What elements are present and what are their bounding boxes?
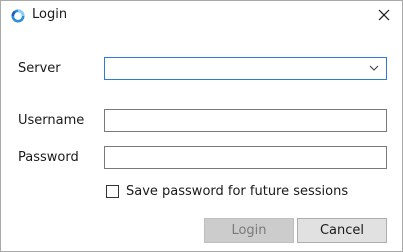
chevron-down-icon: [369, 65, 379, 71]
server-label: Server: [18, 61, 61, 76]
cancel-button[interactable]: Cancel: [297, 218, 387, 243]
username-input[interactable]: [104, 109, 387, 132]
close-icon[interactable]: [376, 7, 392, 23]
title-bar: Login: [1, 1, 402, 29]
window-title: Login: [32, 7, 68, 22]
save-password-checkbox[interactable]: [106, 185, 119, 198]
app-refresh-icon: [11, 9, 25, 23]
server-select[interactable]: [104, 57, 387, 80]
login-button[interactable]: Login: [204, 218, 294, 243]
save-password-label: Save password for future sessions: [126, 184, 349, 199]
login-dialog: Login Server Username Password Save pass…: [0, 0, 403, 252]
password-input[interactable]: [104, 146, 387, 169]
password-label: Password: [18, 150, 79, 165]
username-label: Username: [18, 113, 85, 128]
